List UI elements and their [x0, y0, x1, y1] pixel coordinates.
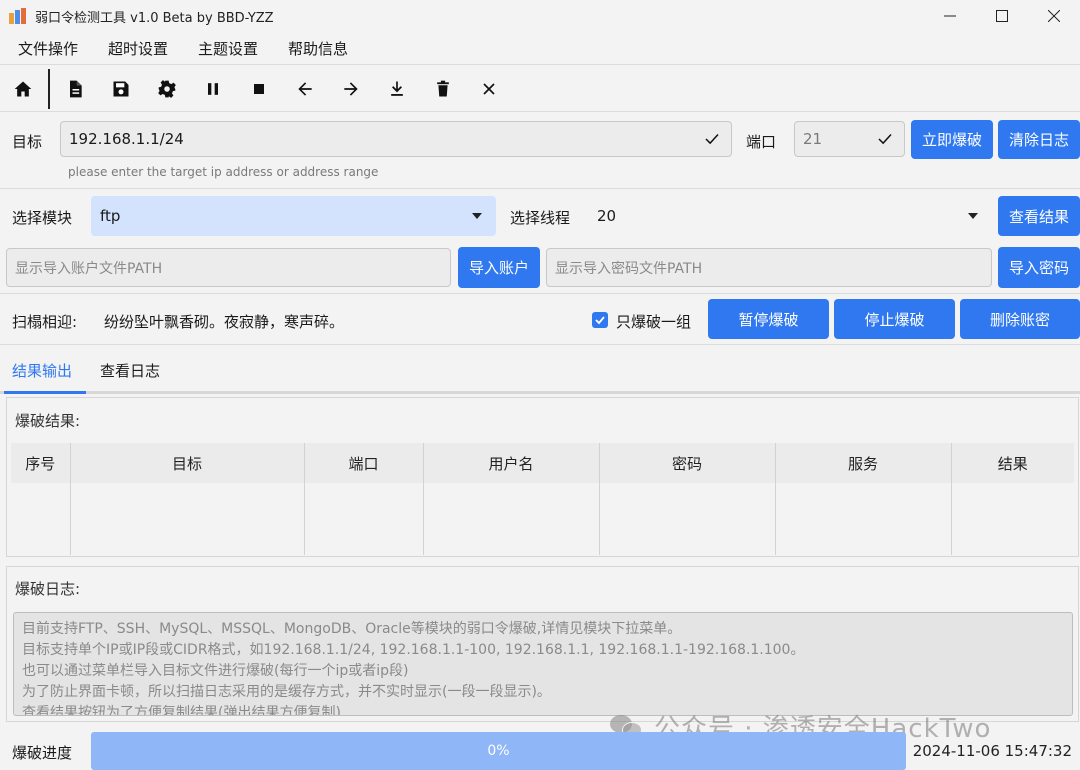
home-icon[interactable] — [0, 66, 46, 112]
log-line: 目标支持单个IP或IP段或CIDR格式，如192.168.1.1/24, 192… — [22, 642, 805, 658]
import-password-button[interactable]: 导入密码 — [998, 247, 1080, 288]
slogan-text: 纷纷坠叶飘香砌。夜寂静，寒声碎。 — [104, 313, 345, 331]
checkmark-icon — [595, 316, 605, 325]
menu-bar: 文件操作 超时设置 主题设置 帮助信息 — [0, 32, 1080, 65]
progress-bar: 0% — [91, 732, 906, 770]
action-row: 扫榻相迎: 纷纷坠叶飘香砌。夜寂静，寒声碎。 只爆破一组 暂停爆破 停止爆破 删… — [0, 295, 1080, 345]
arrow-left-icon[interactable] — [282, 66, 328, 112]
clear-log-button[interactable]: 清除日志 — [998, 120, 1080, 159]
download-icon[interactable] — [374, 66, 420, 112]
port-label: 端口 — [746, 133, 777, 151]
menu-timeout[interactable]: 超时设置 — [90, 38, 186, 59]
check-icon — [878, 133, 892, 145]
stop-attack-button[interactable]: 停止爆破 — [834, 299, 955, 339]
account-file-placeholder: 显示导入账户文件PATH — [15, 260, 163, 277]
thread-selected-value: 20 — [597, 207, 617, 225]
column-header-port[interactable]: 端口 — [304, 443, 424, 483]
save-icon[interactable] — [98, 66, 144, 112]
progress-label: 爆破进度 — [12, 744, 73, 762]
only-one-checkbox[interactable] — [592, 312, 608, 328]
log-line: 也可以通过菜单栏导入目标文件进行爆破(每行一个ip或者ip段) — [22, 663, 409, 679]
chevron-down-icon — [968, 213, 978, 219]
menu-theme[interactable]: 主题设置 — [180, 38, 276, 59]
document-icon[interactable] — [52, 66, 98, 112]
target-input-value: 192.168.1.1/24 — [69, 130, 184, 148]
thread-select[interactable]: 20 — [588, 196, 992, 236]
log-textarea[interactable]: 目前支持FTP、SSH、MySQL、MSSQL、MongoDB、Oracle等模… — [13, 612, 1073, 716]
table-header-row: 序号 目标 端口 用户名 密码 服务 结果 — [11, 443, 1074, 483]
start-attack-button[interactable]: 立即爆破 — [911, 120, 993, 159]
password-file-placeholder: 显示导入密码文件PATH — [555, 260, 703, 277]
import-account-button[interactable]: 导入账户 — [458, 247, 540, 288]
log-title: 爆破日志: — [15, 580, 81, 598]
maximize-icon[interactable] — [976, 0, 1028, 32]
log-line: 为了防止界面卡顿，所以扫描日志采用的是缓存方式，并不实时显示(一段一段显示)。 — [22, 684, 551, 700]
password-file-input[interactable]: 显示导入密码文件PATH — [546, 248, 992, 287]
column-header-password[interactable]: 密码 — [599, 443, 776, 483]
welcome-label: 扫榻相迎: — [12, 313, 78, 331]
chevron-down-icon — [472, 213, 482, 219]
only-one-label[interactable]: 只爆破一组 — [616, 311, 691, 332]
datetime-readout: 2024-11-06 15:47:32 — [912, 742, 1072, 760]
window-title: 弱口令检测工具 v1.0 Beta by BBD-YZZ — [35, 10, 274, 26]
title-bar: 弱口令检测工具 v1.0 Beta by BBD-YZZ — [0, 0, 1080, 32]
module-selected-value: ftp — [100, 207, 121, 225]
menu-file[interactable]: 文件操作 — [0, 38, 96, 59]
port-input[interactable]: 21 — [794, 121, 905, 157]
tab-result-output[interactable]: 结果输出 — [12, 346, 72, 394]
log-line: 目前支持FTP、SSH、MySQL、MSSQL、MongoDB、Oracle等模… — [22, 621, 682, 637]
column-header-result[interactable]: 结果 — [951, 443, 1074, 483]
results-table: 序号 目标 端口 用户名 密码 服务 结果 — [11, 443, 1074, 555]
close-icon[interactable] — [1028, 0, 1080, 32]
target-hint: please enter the target ip address or ad… — [68, 165, 379, 179]
column-header-service[interactable]: 服务 — [775, 443, 952, 483]
port-input-value: 21 — [803, 130, 823, 148]
account-file-input[interactable]: 显示导入账户文件PATH — [6, 248, 451, 287]
gear-icon[interactable] — [144, 66, 190, 112]
column-header-target[interactable]: 目标 — [70, 443, 305, 483]
table-row — [11, 483, 1074, 555]
minimize-icon[interactable] — [924, 0, 976, 32]
close-icon[interactable] — [466, 66, 512, 112]
menu-help[interactable]: 帮助信息 — [270, 38, 366, 59]
active-tab-indicator — [4, 391, 86, 394]
window-controls — [924, 0, 1080, 32]
target-label: 目标 — [12, 133, 43, 151]
stop-icon[interactable] — [236, 66, 282, 112]
target-row: 目标 192.168.1.1/24 please enter the targe… — [0, 113, 1080, 189]
output-tabs: 结果输出 查看日志 — [0, 346, 1080, 394]
pause-icon[interactable] — [190, 66, 236, 112]
column-header-index[interactable]: 序号 — [11, 443, 71, 483]
toolbar — [0, 66, 1080, 112]
tab-view-log[interactable]: 查看日志 — [100, 346, 160, 394]
log-panel: 爆破日志: 目前支持FTP、SSH、MySQL、MSSQL、MongoDB、Or… — [6, 566, 1079, 722]
view-result-button[interactable]: 查看结果 — [998, 196, 1080, 236]
file-import-row: 显示导入账户文件PATH 导入账户 显示导入密码文件PATH 导入密码 — [0, 242, 1080, 294]
results-title: 爆破结果: — [15, 412, 81, 430]
module-row: 选择模块 ftp 选择线程 20 查看结果 — [0, 190, 1080, 242]
module-select[interactable]: ftp — [91, 196, 496, 236]
arrow-right-icon[interactable] — [328, 66, 374, 112]
module-label: 选择模块 — [12, 209, 73, 227]
progress-text: 0% — [487, 743, 510, 759]
pause-attack-button[interactable]: 暂停爆破 — [708, 299, 829, 339]
delete-credentials-button[interactable]: 删除账密 — [960, 299, 1080, 339]
check-icon — [705, 133, 719, 145]
trash-icon[interactable] — [420, 66, 466, 112]
thread-label: 选择线程 — [510, 209, 571, 227]
progress-row: 爆破进度 0% 2024-11-06 15:47:32 — [0, 728, 1080, 770]
app-icon — [9, 8, 27, 24]
toolbar-separator — [48, 68, 50, 109]
results-panel: 爆破结果: 序号 目标 端口 用户名 密码 服务 结果 — [6, 397, 1079, 557]
column-header-username[interactable]: 用户名 — [423, 443, 600, 483]
target-input[interactable]: 192.168.1.1/24 — [60, 121, 732, 157]
